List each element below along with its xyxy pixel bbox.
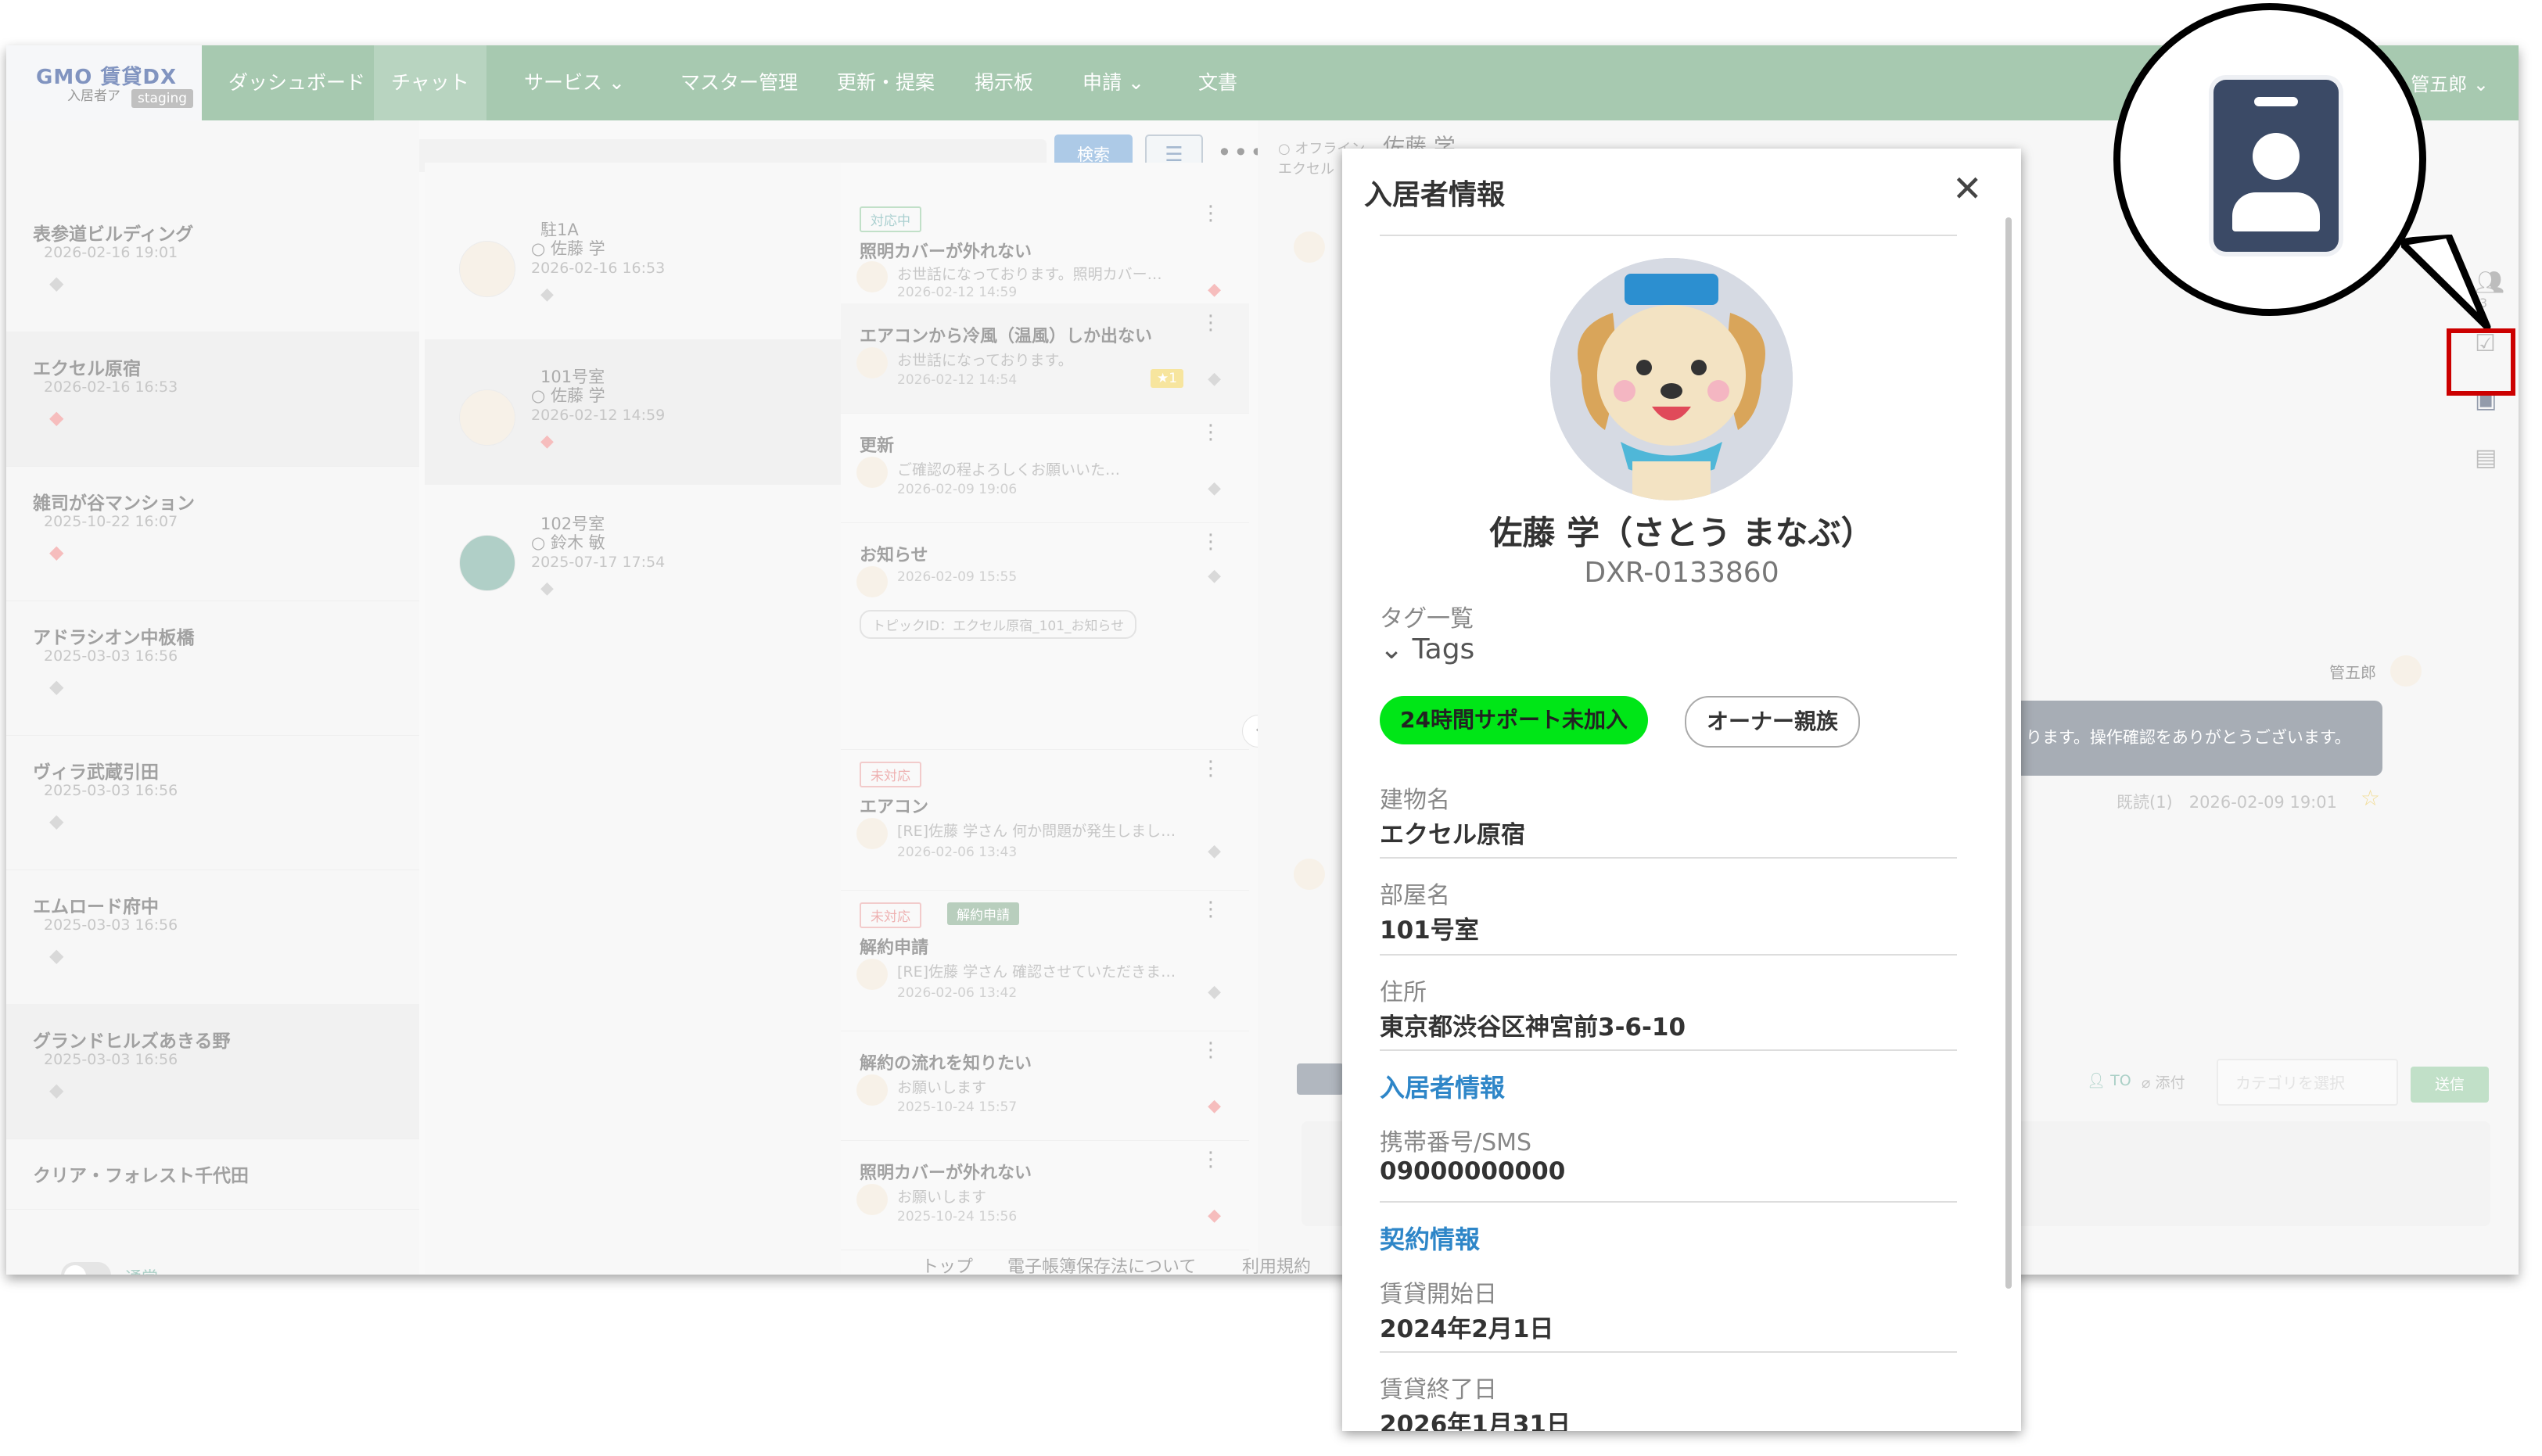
lease-start-value: 2024年2月1日 <box>1380 1315 1554 1343</box>
divider <box>1380 235 1957 236</box>
card-head <box>2253 133 2300 180</box>
field-label: 携帯番号/SMS <box>1380 1129 1532 1157</box>
building-value: エクセル原宿 <box>1380 821 1525 849</box>
resident-avatar <box>1550 258 1793 500</box>
field-label: 部屋名 <box>1380 882 1450 909</box>
resident-info-modal: 入居者情報 ✕ 佐藤 学（さとう まなぶ） DXR-0133860 タグ一覧 ⌄… <box>1342 149 2021 1431</box>
dog-mascot-icon <box>1550 258 1793 500</box>
tag-list-label: タグ一覧 <box>1380 605 1474 633</box>
divider <box>1380 1049 1957 1051</box>
lease-end-value: 2026年1月31日 <box>1380 1411 1571 1431</box>
address-value: 東京都渋谷区神宮前3-6-10 <box>1380 1013 1686 1042</box>
close-icon[interactable]: ✕ <box>1952 167 1983 210</box>
phone-value: 09000000000 <box>1380 1157 1566 1185</box>
tag-chip: 24時間サポート未加入 <box>1380 696 1648 744</box>
field-label: 建物名 <box>1380 787 1450 814</box>
field-label: 賃貸終了日 <box>1380 1376 1497 1404</box>
resident-id-card-icon <box>2213 80 2339 252</box>
modal-title: 入居者情報 <box>1364 179 1506 211</box>
tags-toggle[interactable]: ⌄ Tags <box>1380 633 1474 665</box>
divider <box>1380 954 1957 956</box>
field-label: 賃貸開始日 <box>1380 1281 1497 1308</box>
card-slot <box>2254 97 2298 106</box>
callout-pointer <box>2401 235 2491 331</box>
card-body <box>2232 192 2320 231</box>
tag-chip: オーナー親族 <box>1685 696 1861 748</box>
modal-scrollbar[interactable] <box>2005 217 2012 1289</box>
field-label: 住所 <box>1380 979 1427 1006</box>
section-contract-info: 契約情報 <box>1380 1225 1481 1254</box>
resident-code: DXR-0133860 <box>1584 557 1779 589</box>
divider <box>1380 1351 1957 1353</box>
divider <box>1380 1201 1957 1203</box>
resident-name: 佐藤 学（さとう まなぶ） <box>1489 514 1874 552</box>
highlight-box <box>2447 328 2515 396</box>
chevron-down-icon: ⌄ <box>1380 633 1413 665</box>
room-value: 101号室 <box>1380 916 1479 945</box>
section-resident-info: 入居者情報 <box>1380 1073 1506 1103</box>
divider <box>1380 857 1957 859</box>
